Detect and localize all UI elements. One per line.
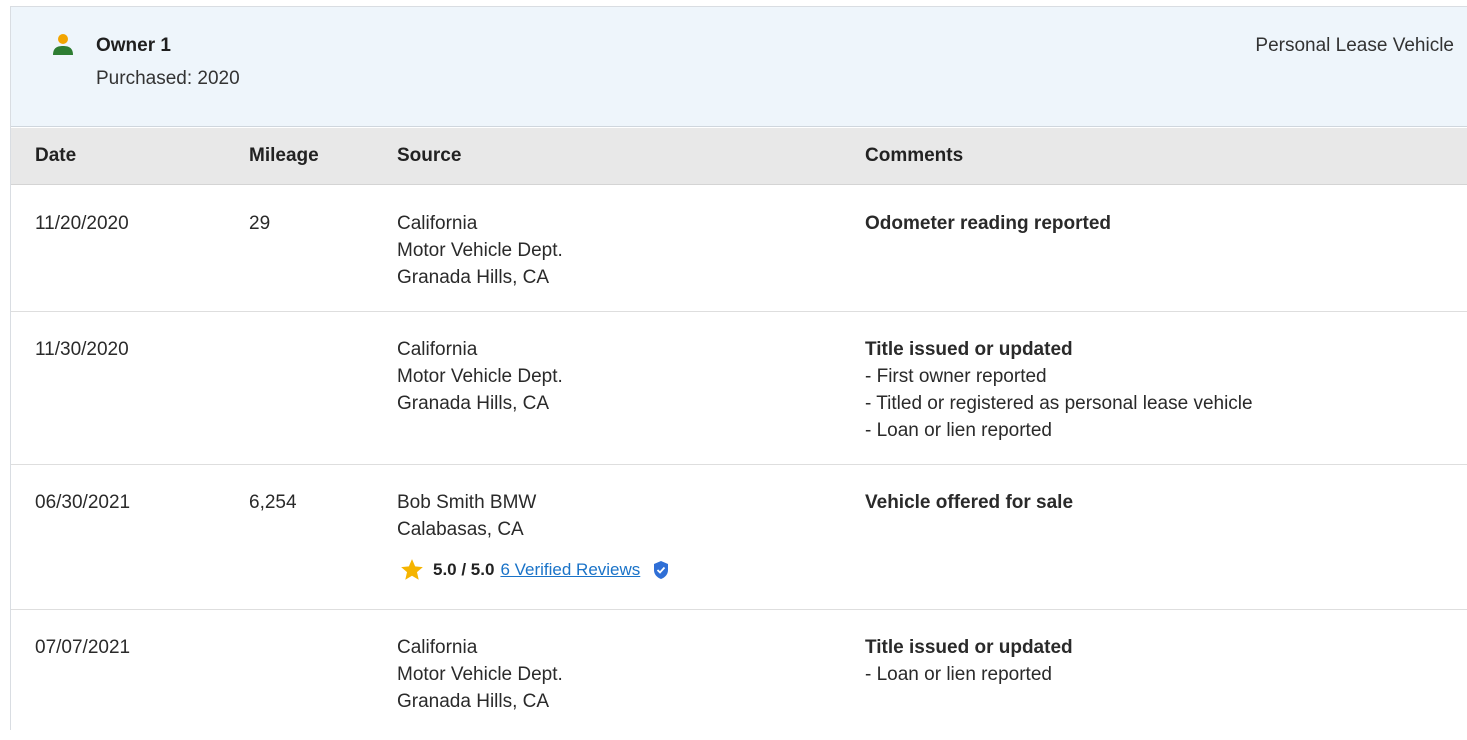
verified-reviews-link[interactable]: 6 Verified Reviews: [500, 560, 640, 580]
table-row: 07/07/2021 California Motor Vehicle Dept…: [11, 610, 1467, 740]
row-mileage: 6,254: [249, 492, 297, 513]
person-icon: [53, 34, 73, 55]
row-date: 11/20/2020: [35, 213, 129, 234]
rating-score: 5.0 / 5.0: [433, 560, 495, 579]
source-line: Bob Smith BMW: [397, 492, 537, 513]
row-source: California Motor Vehicle Dept. Granada H…: [397, 210, 563, 291]
owner-vehicle-type: Personal Lease Vehicle: [1255, 35, 1454, 56]
row-mileage: 29: [249, 213, 271, 234]
verified-shield-icon: [654, 561, 669, 579]
comment-item: - First owner reported: [865, 366, 1047, 387]
comment-title: Vehicle offered for sale: [865, 492, 1074, 513]
table-row: 11/30/2020 California Motor Vehicle Dept…: [11, 312, 1467, 465]
column-header-date: Date: [35, 145, 77, 166]
row-comments: Title issued or updated - First owner re…: [865, 336, 1253, 444]
comment-item: - Loan or lien reported: [865, 420, 1052, 441]
source-line: Granada Hills, CA: [397, 691, 550, 712]
source-line: Motor Vehicle Dept.: [397, 240, 563, 261]
row-source: Bob Smith BMW Calabasas, CA: [397, 489, 536, 543]
source-line: California: [397, 213, 478, 234]
row-comments: Odometer reading reported: [865, 210, 1111, 237]
table-row: 11/20/2020 29 California Motor Vehicle D…: [11, 186, 1467, 312]
column-header-source: Source: [397, 145, 462, 166]
source-line: Granada Hills, CA: [397, 267, 550, 288]
comment-title: Odometer reading reported: [865, 213, 1111, 234]
owner-header: Owner 1 Purchased: 2020 Personal Lease V…: [11, 7, 1467, 127]
source-line: Calabasas, CA: [397, 519, 524, 540]
owner-purchased-year: Purchased: 2020: [96, 68, 240, 89]
table-row: 06/30/2021 6,254 Bob Smith BMW Calabasas…: [11, 465, 1467, 610]
comment-item: - Titled or registered as personal lease…: [865, 393, 1253, 414]
source-line: Motor Vehicle Dept.: [397, 664, 563, 685]
owner-name: Owner 1: [96, 35, 171, 56]
row-comments: Title issued or updated - Loan or lien r…: [865, 634, 1073, 688]
dealer-rating: 5.0 / 5.0 6 Verified Reviews: [399, 557, 670, 583]
row-date: 11/30/2020: [35, 339, 129, 360]
row-date: 07/07/2021: [35, 637, 131, 658]
source-line: Motor Vehicle Dept.: [397, 366, 563, 387]
source-line: California: [397, 339, 478, 360]
source-line: California: [397, 637, 478, 658]
vehicle-history-report: Owner 1 Purchased: 2020 Personal Lease V…: [10, 6, 1467, 730]
comment-title: Title issued or updated: [865, 339, 1073, 360]
table-header: Date Mileage Source Comments: [11, 128, 1467, 185]
source-line: Granada Hills, CA: [397, 393, 550, 414]
column-header-mileage: Mileage: [249, 145, 319, 166]
column-header-comments: Comments: [865, 145, 964, 166]
row-source: California Motor Vehicle Dept. Granada H…: [397, 336, 563, 417]
star-icon: [401, 559, 423, 580]
row-comments: Vehicle offered for sale: [865, 489, 1073, 516]
row-date: 06/30/2021: [35, 492, 131, 513]
comment-item: - Loan or lien reported: [865, 664, 1052, 685]
row-source: California Motor Vehicle Dept. Granada H…: [397, 634, 563, 715]
comment-title: Title issued or updated: [865, 637, 1073, 658]
